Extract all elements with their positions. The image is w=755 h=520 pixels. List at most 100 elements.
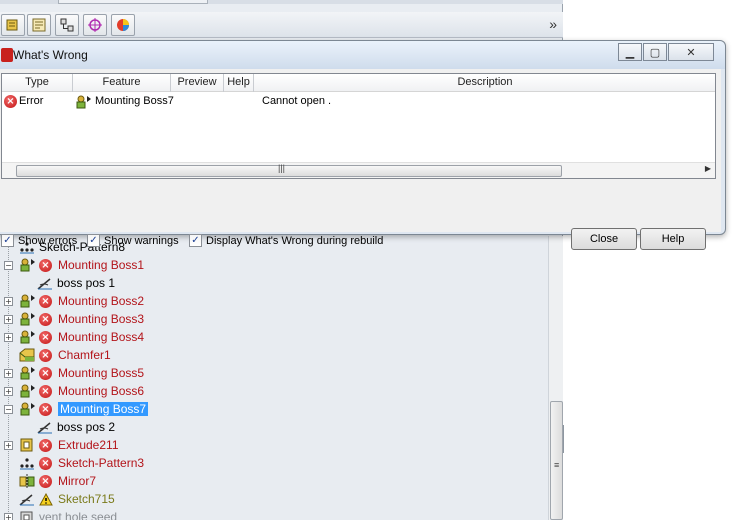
grip-icon: ||| [278, 163, 286, 173]
show-warnings-checkbox[interactable]: ✓ Show warnings [87, 234, 179, 247]
mounting-boss-icon [18, 383, 36, 399]
mounting-boss-icon [18, 311, 36, 327]
minimize-button[interactable]: ▁ [618, 43, 642, 61]
close-button[interactable]: Close [571, 228, 637, 250]
error-row[interactable]: × Error Mounting Boss7 Cannot open . [2, 93, 715, 111]
tab-display-manager[interactable] [111, 14, 135, 36]
error-icon: × [39, 294, 52, 308]
tree-scroll-thumb[interactable]: ≡ [550, 401, 563, 520]
tree-expander[interactable]: + [4, 387, 13, 396]
maximize-button[interactable]: ▢ [643, 43, 667, 61]
tree-item[interactable]: × Mounting Boss6 [18, 382, 144, 400]
error-list-hscroll-thumb[interactable] [16, 165, 562, 177]
tree-item[interactable]: × Mounting Boss4 [18, 328, 144, 346]
display-whats-wrong-checkbox[interactable]: ✓ Display What's Wrong during rebuild [189, 234, 383, 247]
mounting-boss-icon [18, 329, 36, 345]
error-icon: × [39, 438, 52, 452]
sketch-icon [36, 419, 54, 435]
tree-expander[interactable]: + [4, 297, 13, 306]
tab-feature-manager[interactable] [1, 14, 25, 36]
tab-property-manager[interactable] [27, 14, 51, 36]
whats-wrong-dialog: What's Wrong ▁ ▢ ✕ Type Feature Preview … [0, 40, 726, 250]
checkbox-checked-icon: ✓ [1, 234, 14, 247]
tree-expander[interactable]: + [4, 441, 13, 450]
tree-expander[interactable]: + [4, 315, 13, 324]
tree-item-label: boss pos 1 [57, 276, 116, 290]
tree-connector [8, 236, 9, 520]
tree-expander[interactable]: + [4, 513, 13, 520]
column-header-description[interactable]: Description [254, 74, 716, 92]
tree-item[interactable]: × Mounting Boss7 [18, 400, 149, 418]
close-icon: ✕ [686, 45, 696, 59]
error-icon: × [39, 258, 52, 272]
tree-item-label: Mounting Boss4 [58, 330, 145, 344]
extrude-icon [18, 437, 36, 453]
tree-expander[interactable]: − [4, 261, 13, 270]
error-type: Error [19, 95, 44, 107]
maximize-icon: ▢ [649, 45, 661, 59]
feature-tree: Sketch-Pattern8− × Mounting Boss1 boss pos … [0, 236, 548, 520]
tree-item-label: Extrude211 [58, 438, 119, 452]
tree-item[interactable]: × Extrude211 [18, 436, 119, 454]
error-list[interactable]: Type Feature Preview Help Description × … [1, 73, 716, 179]
tree-item-label: Sketch-Pattern3 [58, 456, 145, 470]
error-icon: × [39, 474, 52, 488]
checkbox-checked-icon: ✓ [189, 234, 202, 247]
display-manager-icon [117, 19, 129, 31]
minimize-icon: ▁ [625, 45, 635, 59]
tree-item-label: Mirror7 [58, 474, 96, 488]
show-warnings-label: Show warnings [104, 234, 179, 247]
column-header-type[interactable]: Type [2, 74, 73, 92]
tree-item[interactable]: boss pos 1 [36, 274, 115, 292]
error-icon: × [4, 95, 17, 108]
error-list-hscrollbar[interactable]: ||| ▶ [2, 162, 715, 178]
error-icon: × [39, 312, 52, 326]
column-header-feature[interactable]: Feature [73, 74, 171, 92]
tree-expander[interactable]: + [4, 333, 13, 342]
tree-item[interactable]: × Mounting Boss3 [18, 310, 144, 328]
tree-item[interactable]: × Mounting Boss2 [18, 292, 144, 310]
tree-item-label: Mounting Boss7 [58, 402, 149, 416]
tree-item-label: vent hole seed [39, 510, 118, 520]
grip-icon: ≡ [554, 460, 560, 470]
sketch-icon [18, 491, 36, 507]
tree-item[interactable]: vent hole seed [18, 508, 117, 520]
warning-icon [39, 492, 53, 506]
tree-item-label: Mounting Boss2 [58, 294, 145, 308]
error-icon: × [39, 348, 52, 362]
tree-item-label: Mounting Boss3 [58, 312, 145, 326]
close-window-button[interactable]: ✕ [668, 43, 714, 61]
tree-item[interactable]: × Mirror7 [18, 472, 96, 490]
error-icon: × [39, 330, 52, 344]
tree-item[interactable]: × Chamfer1 [18, 346, 111, 364]
help-button[interactable]: Help [640, 228, 706, 250]
tree-item[interactable]: Sketch715 [18, 490, 115, 508]
expand-toolbar-button[interactable]: » [549, 16, 557, 32]
tree-item[interactable]: × Mounting Boss1 [18, 256, 144, 274]
tab-dimxpert-manager[interactable] [83, 14, 107, 36]
error-description: Cannot open . [262, 95, 332, 107]
tree-expander[interactable]: − [4, 405, 13, 414]
show-errors-checkbox[interactable]: ✓ Show errors [1, 234, 77, 247]
column-header-preview[interactable]: Preview [171, 74, 224, 92]
tree-item-label: Mounting Boss5 [58, 366, 145, 380]
error-icon: × [39, 384, 52, 398]
tree-item-label: Mounting Boss6 [58, 384, 145, 398]
tree-item-label: Sketch715 [58, 492, 115, 506]
tree-expander[interactable]: + [4, 369, 13, 378]
tree-item-label: Chamfer1 [58, 348, 111, 362]
scroll-right-icon[interactable]: ▶ [705, 164, 711, 173]
tree-item[interactable]: boss pos 2 [36, 418, 115, 436]
tab-configuration-manager[interactable] [55, 14, 79, 36]
tree-item[interactable]: × Sketch-Pattern3 [18, 454, 144, 472]
tree-item[interactable]: × Mounting Boss5 [18, 364, 144, 382]
error-feature: Mounting Boss7 [95, 95, 174, 107]
tree-item-label: boss pos 2 [57, 420, 116, 434]
tree-scrollbar[interactable]: ≡ [548, 236, 563, 520]
checkbox-checked-icon: ✓ [87, 234, 100, 247]
dialog-title-bar[interactable]: What's Wrong ▁ ▢ ✕ [0, 41, 725, 69]
folder-icon [18, 509, 36, 520]
feature-manager-icon [6, 19, 18, 31]
manager-toolbar: » [0, 12, 563, 38]
column-header-help[interactable]: Help [224, 74, 254, 92]
